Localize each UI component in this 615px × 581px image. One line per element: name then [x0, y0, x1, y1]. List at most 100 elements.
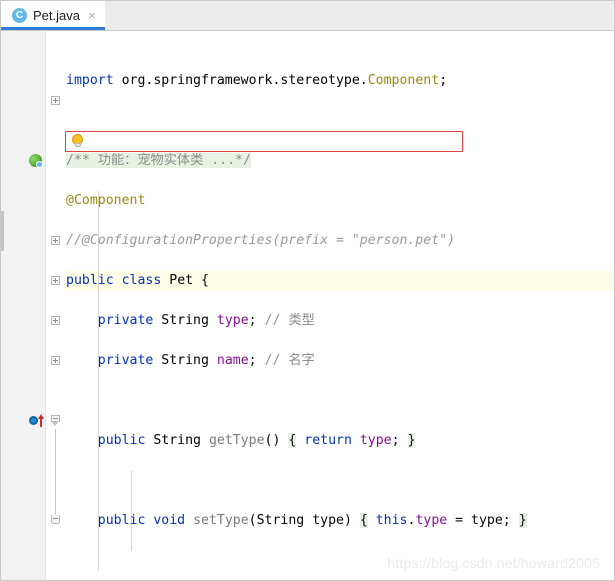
fold-toggle-line-16[interactable] — [51, 236, 60, 245]
line-number: 14 — [20, 353, 35, 368]
folded-body-close[interactable]: } — [518, 513, 527, 528]
folded-javadoc[interactable]: /** 功能：宠物实体类 ...*/ — [66, 153, 251, 168]
token-punct: () — [264, 433, 289, 448]
fold-region-line — [55, 429, 56, 515]
line-number: 13 — [20, 313, 35, 328]
code-line[interactable]: 16 public String getType() { return type… — [1, 431, 614, 451]
fold-toggle-line-28[interactable] — [51, 356, 60, 365]
code-line[interactable]: 23 — [1, 551, 614, 571]
overriding-method-gutter-icon[interactable] — [29, 414, 44, 427]
token-classname: Pet — [169, 273, 194, 288]
token-comment: // 名字 — [264, 353, 315, 368]
editor-tab-bar: C Pet.java × — [1, 1, 614, 31]
code-line[interactable]: 11 //@ConfigurationProperties(prefix = "… — [1, 231, 614, 251]
code-line[interactable]: 20 public void setType(String type) { th… — [1, 511, 614, 531]
intention-bulb-icon[interactable] — [71, 134, 84, 148]
token-keyword: public — [66, 273, 114, 288]
line-number: 23 — [20, 553, 35, 568]
token-punct: = type; — [447, 513, 519, 528]
tab-pet-java[interactable]: C Pet.java × — [1, 1, 105, 30]
scroll-marker — [1, 211, 4, 251]
line-content: /** 功能：宠物实体类 ...*/ — [66, 151, 251, 171]
java-class-icon: C — [12, 8, 27, 23]
code-line[interactable]: 15 — [1, 391, 614, 411]
token-type: String — [153, 433, 201, 448]
close-icon[interactable]: × — [88, 9, 96, 22]
token-comment: // 类型 — [264, 313, 315, 328]
token-punct: ; — [248, 353, 265, 368]
token-keyword: public — [97, 513, 146, 528]
line-number: 4 — [27, 113, 35, 128]
line-number: 2 — [27, 33, 35, 48]
code-line[interactable]: 14 private String name; // 名字 — [1, 351, 614, 371]
token-punct: ; — [391, 433, 408, 448]
fold-region-end-line-38[interactable] — [51, 515, 60, 524]
token-field: name — [216, 353, 249, 368]
line-content: @Component — [66, 191, 145, 211]
line-number: 3 — [27, 73, 35, 88]
code-editor[interactable]: 2 3 import org.springframework.stereotyp… — [1, 31, 614, 580]
token-punct: ; — [439, 73, 448, 88]
token-punct: ; — [248, 313, 265, 328]
code-line-current[interactable]: 12 public class Pet { — [1, 271, 614, 291]
line-content: private String name; // 名字 — [66, 351, 315, 371]
code-line[interactable]: 5 /** 功能：宠物实体类 ...*/ — [1, 151, 614, 171]
folded-body-close[interactable]: } — [407, 433, 416, 448]
token-type: String — [256, 513, 305, 528]
bulb-base — [74, 143, 81, 147]
line-content: public String getType() { return type; } — [66, 431, 416, 451]
token-keyword: return — [304, 433, 352, 448]
line-number: 11 — [20, 233, 35, 248]
token-keyword: this — [375, 513, 408, 528]
token-type: String — [161, 353, 209, 368]
spring-bean-gutter-icon[interactable] — [29, 154, 43, 168]
code-rows: 2 3 import org.springframework.stereotyp… — [1, 31, 614, 568]
fold-toggle-line-5[interactable] — [51, 96, 60, 105]
line-content: public class Pet { — [66, 271, 209, 291]
token-keyword: class — [121, 273, 162, 288]
token-keyword: import — [66, 73, 114, 88]
token-method: getType — [208, 433, 265, 448]
code-line[interactable]: 3 import org.springframework.stereotype.… — [1, 71, 614, 91]
token-method: setType — [193, 513, 249, 528]
token-field: type — [216, 313, 249, 328]
token-package: org.springframework.stereotype. — [121, 73, 368, 88]
fold-toggle-line-24[interactable] — [51, 316, 60, 325]
code-line[interactable]: 2 — [1, 31, 614, 51]
token-keyword: public — [97, 433, 146, 448]
code-line[interactable]: 4 — [1, 111, 614, 131]
code-line[interactable]: 19 — [1, 471, 614, 491]
token-field: type — [359, 433, 392, 448]
token-punct: ( — [248, 513, 257, 528]
token-type: String — [161, 313, 209, 328]
line-content: public void setType(String type) { this.… — [66, 511, 527, 531]
fold-arrow-tip — [51, 421, 59, 426]
line-content: //@ConfigurationProperties(prefix = "per… — [66, 231, 455, 251]
line-number: 15 — [20, 393, 35, 408]
token-keyword: private — [97, 353, 154, 368]
fold-toggle-line-33[interactable] — [51, 415, 60, 428]
token-commented-annotation: //@ConfigurationProperties(prefix = "per… — [66, 233, 456, 248]
token-punct: type) — [304, 513, 360, 528]
line-number: 10 — [20, 193, 35, 208]
ide-editor-window: C Pet.java × 2 3 import org.springframew… — [0, 0, 615, 581]
line-content: import org.springframework.stereotype.Co… — [66, 71, 447, 91]
line-number: 16 — [20, 433, 35, 448]
line-number: 20 — [20, 513, 35, 528]
line-content: private String type; // 类型 — [66, 311, 315, 331]
code-line[interactable]: 10 @Component — [1, 191, 614, 211]
token-keyword: void — [153, 513, 186, 528]
fold-toggle-line-20[interactable] — [51, 276, 60, 285]
code-line[interactable]: 13 private String type; // 类型 — [1, 311, 614, 331]
folded-body-open[interactable]: { — [359, 513, 368, 528]
